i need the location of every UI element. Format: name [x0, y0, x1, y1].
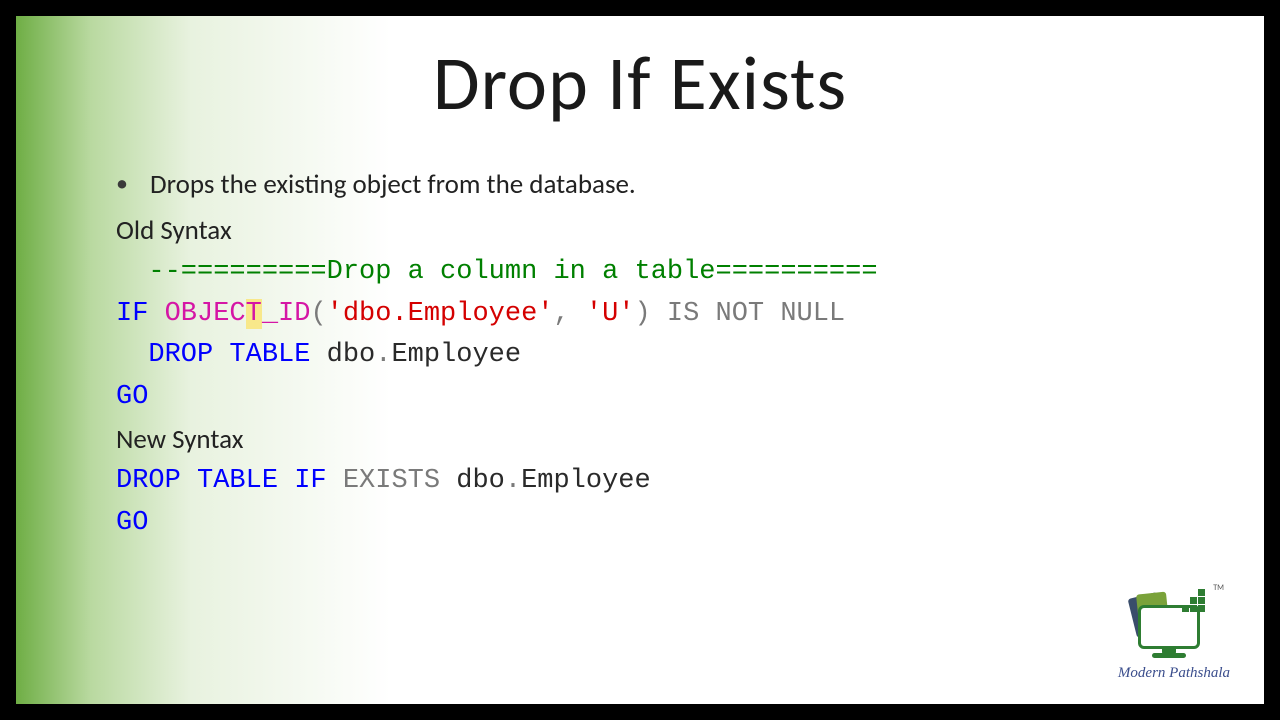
slide-title: Drop If Exists	[76, 38, 1204, 130]
code-string-2: 'U'	[586, 299, 635, 329]
code-go-1: GO	[116, 382, 148, 412]
code-go-2: GO	[116, 508, 148, 538]
code-dot: .	[375, 340, 391, 370]
code-is-not-null: IS NOT NULL	[651, 299, 845, 329]
trademark-label: TM	[1213, 583, 1224, 593]
brand-name: Modern Pathshala	[1118, 665, 1230, 682]
code-string-1: 'dbo.Employee'	[327, 299, 554, 329]
code-drop-table: DROP TABLE	[148, 340, 310, 370]
monitor-base-icon	[1152, 653, 1186, 658]
pixel-icon	[1182, 589, 1212, 619]
code-block-new: DROP TABLE IF EXISTS dbo.Employee GO	[116, 461, 1204, 545]
code-new-employee: Employee	[521, 466, 651, 496]
code-comment-suffix: ==========	[716, 257, 878, 287]
code-exists: EXISTS	[327, 466, 440, 496]
code-comma: ,	[553, 299, 585, 329]
bullet-text: Drops the existing object from the datab…	[150, 164, 636, 206]
logo-mark: TM	[1128, 587, 1220, 661]
code-objectid-2: _ID	[262, 299, 311, 329]
code-new-dot: .	[505, 466, 521, 496]
bullet-item: • Drops the existing object from the dat…	[116, 164, 1204, 206]
code-comment-text: Drop a column in a table	[327, 257, 716, 287]
code-new-drop: DROP TABLE IF	[116, 466, 327, 496]
code-block-old: --=========Drop a column in a table=====…	[116, 252, 1204, 419]
slide-frame: Drop If Exists • Drops the existing obje…	[0, 0, 1280, 720]
code-paren-close: )	[635, 299, 651, 329]
code-comment-prefix: --=========	[148, 257, 326, 287]
code-if: IF	[116, 299, 148, 329]
code-paren-open: (	[310, 299, 326, 329]
code-employee: Employee	[391, 340, 521, 370]
slide-content: • Drops the existing object from the dat…	[76, 164, 1204, 545]
code-dbo: dbo	[310, 340, 375, 370]
old-syntax-label: Old Syntax	[116, 210, 1204, 252]
new-syntax-label: New Syntax	[116, 419, 1204, 461]
text-cursor-icon: T	[246, 294, 262, 336]
slide: Drop If Exists • Drops the existing obje…	[16, 16, 1264, 704]
code-new-dbo: dbo	[440, 466, 505, 496]
brand-logo: TM Modern Pathshala	[1118, 587, 1230, 682]
bullet-marker: •	[116, 164, 150, 205]
code-objectid-1: OBJEC	[165, 299, 246, 329]
